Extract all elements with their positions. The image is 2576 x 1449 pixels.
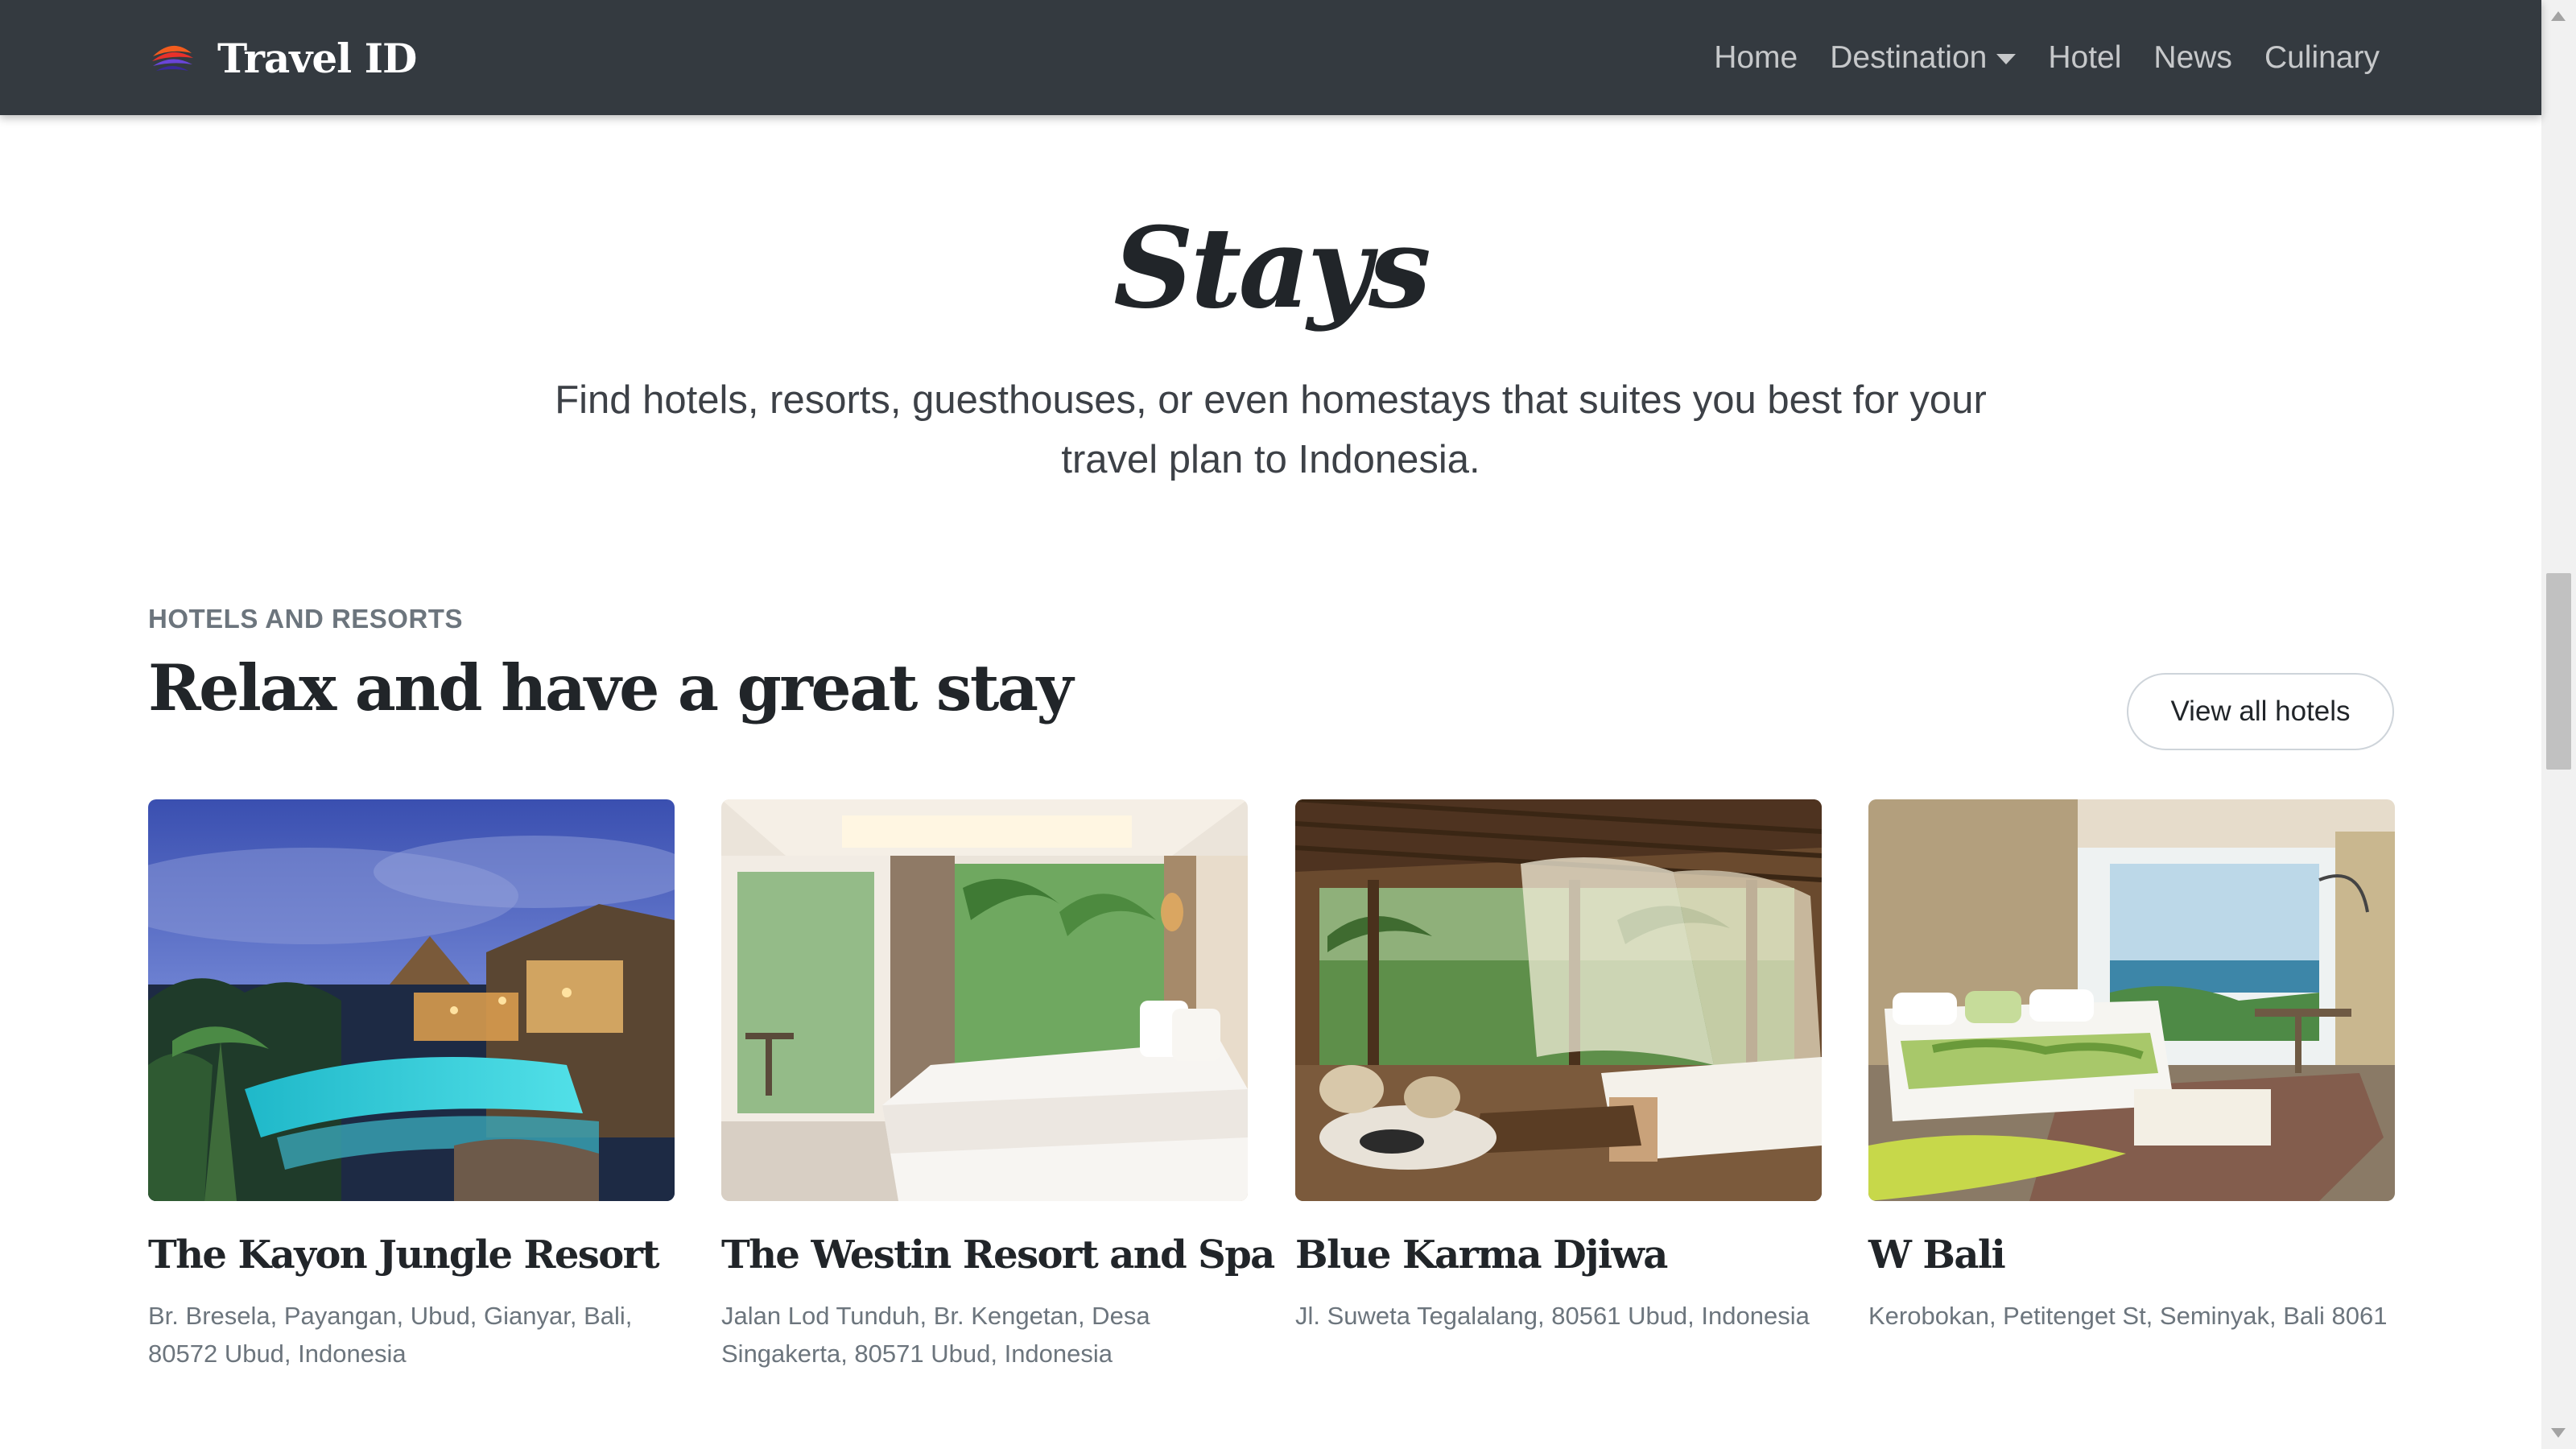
caret-down-icon <box>1996 54 2017 64</box>
nav-culinary[interactable]: Culinary <box>2264 40 2380 76</box>
travel-id-logo-icon <box>152 45 193 71</box>
page-title: Stays <box>1113 202 1431 333</box>
nav-news[interactable]: News <box>2153 40 2232 76</box>
page: Travel ID Home Destination Hotel News Cu… <box>0 0 2576 1449</box>
hotel-address: Kerobokan, Petitenget St, Seminyak, Bali… <box>1868 1302 2388 1331</box>
hotel-card[interactable]: Blue Karma Djiwa Jl. Suweta Tegalalang, … <box>1295 799 1822 1335</box>
hotel-name[interactable]: The Kayon Jungle Resort <box>148 1232 675 1278</box>
brand-link[interactable]: Travel ID <box>148 29 417 87</box>
hotel-photo-kayon <box>148 799 675 1201</box>
hotel-address: Jl. Suweta Tegalalang, 80561 Ubud, Indon… <box>1295 1302 1810 1331</box>
scroll-down-arrow-icon[interactable] <box>2551 1428 2566 1438</box>
hotel-photo-w-bali <box>1868 799 2395 1201</box>
section-eyebrow: HOTELS AND RESORTS <box>148 604 463 634</box>
hotel-photo[interactable] <box>1868 799 2395 1201</box>
nav-home[interactable]: Home <box>1714 40 1798 76</box>
section-title: Relax and have a great stay <box>148 650 1073 725</box>
hotel-photo[interactable] <box>1295 799 1822 1201</box>
scroll-up-arrow-icon[interactable] <box>2551 11 2566 21</box>
hotel-name[interactable]: W Bali <box>1868 1232 2395 1278</box>
hotel-photo[interactable] <box>721 799 1248 1201</box>
nav-hotel[interactable]: Hotel <box>2048 40 2121 76</box>
nav-destination-dropdown[interactable]: Destination <box>1830 39 2017 76</box>
nav-destination-label: Destination <box>1830 39 1988 75</box>
hotel-card[interactable]: The Westin Resort and Spa Jalan Lod Tund… <box>721 799 1275 1373</box>
hotel-name[interactable]: The Westin Resort and Spa <box>721 1232 1275 1278</box>
brand-name: Travel ID <box>217 34 417 82</box>
page-scrollbar[interactable] <box>2541 0 2576 1449</box>
page-subtitle: Find hotels, resorts, guesthouses, or ev… <box>555 378 1987 481</box>
hotel-name[interactable]: Blue Karma Djiwa <box>1295 1232 1822 1278</box>
hotel-address: Jalan Lod Tunduh, Br. Kengetan, Desa Sin… <box>721 1302 1150 1368</box>
hotel-photo-westin <box>721 799 1248 1201</box>
hotel-photo-blue-karma <box>1295 799 1822 1201</box>
nav-links: Home Destination Hotel News Culinary <box>1714 0 2380 115</box>
scroll-thumb[interactable] <box>2546 573 2571 770</box>
hotel-photo[interactable] <box>148 799 675 1201</box>
hotel-card[interactable]: The Kayon Jungle Resort Br. Bresela, Pay… <box>148 799 675 1373</box>
navbar: Travel ID Home Destination Hotel News Cu… <box>0 0 2541 115</box>
view-all-hotels-button[interactable]: View all hotels <box>2127 673 2394 750</box>
hotel-card[interactable]: W Bali Kerobokan, Petitenget St, Seminya… <box>1868 799 2395 1335</box>
hotel-address: Br. Bresela, Payangan, Ubud, Gianyar, Ba… <box>148 1302 633 1368</box>
